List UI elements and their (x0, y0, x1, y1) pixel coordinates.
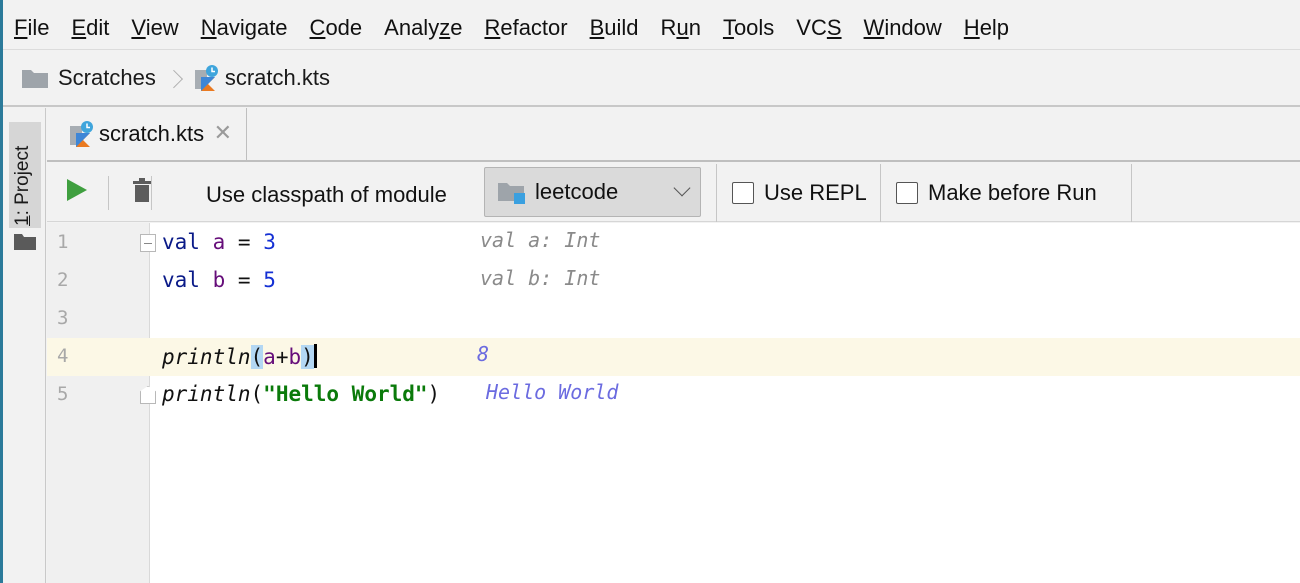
matched-paren: ( (250, 345, 264, 369)
breadcrumb-file-label: scratch.kts (224, 65, 330, 90)
kotlin-scratch-file-icon (194, 65, 218, 91)
code-line[interactable]: 2 val b = 5 val b: Int (47, 262, 1300, 300)
left-tool-strip: 1: Project (3, 108, 46, 583)
breadcrumb-item-scratches[interactable]: Scratches (21, 65, 156, 91)
menu-item-vcs[interactable]: VCS (785, 15, 852, 41)
keyword: val (162, 230, 200, 254)
close-icon[interactable]: ✕ (214, 120, 232, 146)
menu-item-edit[interactable]: Edit (60, 15, 120, 41)
project-tool-window-label[interactable]: 1: Project (12, 146, 34, 226)
operator: = (225, 268, 264, 292)
fold-collapse-icon[interactable] (140, 234, 156, 252)
module-folder-icon (498, 183, 525, 204)
menu-item-run[interactable]: Run (650, 15, 712, 41)
menu-item-window[interactable]: Window (853, 15, 953, 41)
line-number: 5 (57, 383, 69, 405)
menu-item-help[interactable]: Help (953, 15, 1020, 41)
toolbar-divider (1131, 164, 1132, 222)
tab-label: scratch.kts (99, 121, 205, 146)
line-number: 1 (57, 231, 69, 253)
line-number: 2 (57, 269, 69, 291)
paren: ) (427, 382, 441, 406)
make-before-run-label: Make before Run (928, 180, 1097, 205)
line-number: 4 (57, 345, 69, 367)
line-number: 3 (57, 307, 69, 329)
project-tool-number: 1 (12, 215, 33, 226)
toolbar-divider (880, 164, 881, 222)
breadcrumb: Scratches scratch.kts (3, 51, 1300, 107)
fold-end-icon[interactable] (140, 386, 156, 404)
variable: a (263, 345, 276, 369)
code-editor[interactable]: 1 val a = 3 val a: Int 2 val b = 5 val b… (47, 223, 1300, 583)
menu-item-build[interactable]: Build (579, 15, 650, 41)
code-line-current[interactable]: 4 println(a+b) 8 (47, 338, 1300, 376)
project-tool-label-text: : Project (12, 145, 33, 216)
function-call: println (162, 345, 251, 369)
operator: + (275, 345, 289, 369)
menu-item-navigate[interactable]: Navigate (190, 15, 299, 41)
code-line[interactable]: 1 val a = 3 val a: Int (47, 224, 1300, 262)
menu-item-analyze[interactable]: Analyze (373, 15, 473, 41)
scratch-result: 8 (477, 342, 490, 366)
paren: ( (250, 382, 264, 406)
keyword: val (162, 268, 200, 292)
scratch-result: Hello World (486, 380, 619, 404)
breadcrumb-item-file[interactable]: scratch.kts (192, 64, 330, 92)
run-scratch-icon[interactable] (67, 179, 87, 201)
scratch-result: val b: Int (480, 266, 601, 290)
variable: b (288, 345, 302, 369)
menu-item-tools[interactable]: Tools (712, 15, 785, 41)
code-line[interactable]: 5 println("Hello World") Hello World (47, 376, 1300, 414)
toolbar-divider (151, 176, 152, 210)
number-literal: 5 (263, 268, 276, 292)
kotlin-scratch-file-icon (70, 121, 93, 147)
folder-icon (22, 70, 48, 88)
scratch-result: val a: Int (480, 228, 601, 252)
tab-scratch-kts[interactable]: scratch.kts ✕ (49, 108, 247, 160)
function-call: println (162, 382, 251, 406)
chevron-down-icon (673, 179, 691, 197)
menu-bar: File Edit View Navigate Code Analyze Refactor B… (3, 6, 1300, 50)
module-dropdown-value: leetcode (535, 179, 619, 204)
code-line[interactable]: 3 (47, 300, 1300, 338)
variable: b (212, 268, 226, 292)
menu-item-view[interactable]: View (120, 15, 189, 41)
clear-results-trash-icon[interactable] (132, 178, 152, 204)
make-before-run-checkbox[interactable] (896, 182, 918, 204)
classpath-module-label: Use classpath of module (206, 182, 447, 207)
breadcrumb-separator-icon (168, 66, 180, 90)
module-dropdown[interactable]: leetcode (484, 167, 701, 217)
use-repl-option[interactable]: Use REPL (732, 164, 867, 222)
project-folder-icon (14, 234, 36, 250)
use-repl-checkbox[interactable] (732, 182, 754, 204)
operator: = (225, 230, 264, 254)
menu-item-code[interactable]: Code (299, 15, 374, 41)
string-literal: "Hello World" (263, 382, 428, 406)
menu-item-file[interactable]: File (3, 15, 60, 41)
scratch-toolbar: Use classpath of module leetcode Use REP… (47, 164, 1300, 222)
use-repl-label: Use REPL (764, 180, 867, 205)
breadcrumb-folder-label: Scratches (58, 65, 156, 90)
editor-tabs-bar: scratch.kts ✕ (47, 108, 1300, 162)
toolbar-divider (716, 164, 717, 222)
toolbar-divider (108, 176, 109, 210)
matched-paren: ) (301, 345, 314, 369)
number-literal: 3 (263, 230, 276, 254)
variable: a (212, 230, 226, 254)
menu-item-refactor[interactable]: Refactor (473, 15, 578, 41)
make-before-run-option[interactable]: Make before Run (896, 164, 1097, 222)
text-caret (313, 344, 317, 368)
